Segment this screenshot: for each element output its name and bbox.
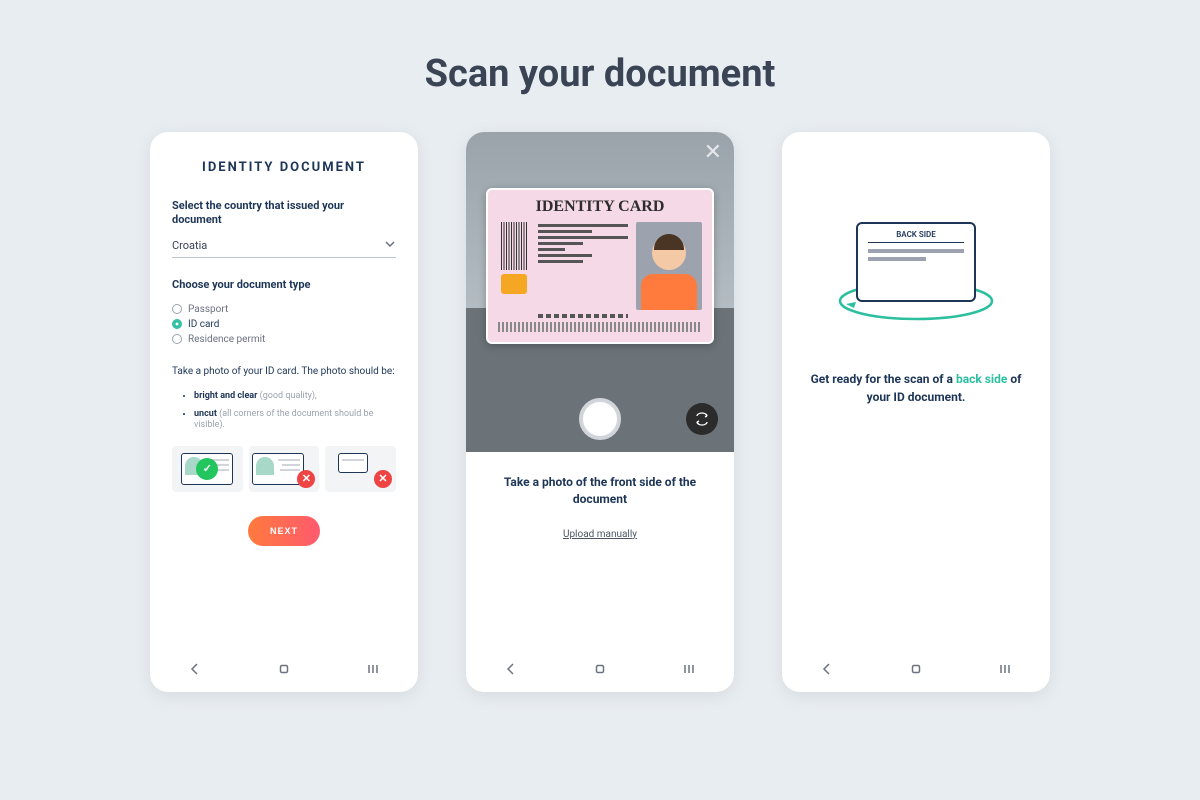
bullet-item: uncut (all corners of the document shoul… — [194, 409, 396, 432]
radio-passport[interactable]: Passport — [172, 302, 396, 317]
nav-recents-icon[interactable] — [985, 662, 1025, 680]
person-photo — [636, 222, 702, 310]
android-navbar — [150, 650, 418, 692]
radio-icon — [172, 334, 182, 344]
identity-doc-heading: IDENTITY DOCUMENT — [172, 160, 396, 175]
nav-home-icon[interactable] — [580, 662, 620, 680]
android-navbar — [782, 650, 1050, 692]
barcode-icon — [501, 222, 527, 270]
country-select[interactable]: Croatia — [172, 238, 396, 258]
next-button[interactable]: NEXT — [248, 516, 320, 546]
flip-camera-icon[interactable] — [686, 403, 718, 435]
card-title: IDENTITY CARD — [498, 198, 702, 216]
flip-card-illustration: BACK SIDE — [841, 222, 991, 342]
example-good: ✓ — [172, 446, 243, 492]
chevron-down-icon — [384, 238, 396, 253]
page-title: Scan your document — [0, 0, 1200, 132]
nav-back-icon[interactable] — [175, 662, 215, 680]
cross-icon: ✕ — [374, 470, 392, 488]
shutter-button[interactable] — [579, 398, 621, 440]
photo-requirements: bright and clear (good quality), uncut (… — [172, 391, 396, 432]
phone-row: IDENTITY DOCUMENT Select the country tha… — [0, 132, 1200, 692]
cross-icon: ✕ — [297, 470, 315, 488]
nav-home-icon[interactable] — [264, 662, 304, 680]
capture-instruction: Take a photo of the front side of the do… — [490, 474, 710, 508]
nav-recents-icon[interactable] — [353, 662, 393, 680]
nav-home-icon[interactable] — [896, 662, 936, 680]
phone-2: ✕ IDENTITY CARD — [466, 132, 734, 692]
photo-instruction: Take a photo of your ID card. The photo … — [172, 365, 396, 379]
nav-back-icon[interactable] — [491, 662, 531, 680]
phone-3: BACK SIDE Get ready for the scan of a ba… — [782, 132, 1050, 692]
chip-icon — [501, 274, 527, 294]
close-icon[interactable]: ✕ — [704, 142, 722, 164]
check-icon: ✓ — [196, 458, 218, 480]
radio-label: Passport — [188, 304, 228, 315]
radio-icon — [172, 304, 182, 314]
example-bad-2: ✕ — [325, 446, 396, 492]
country-value: Croatia — [172, 239, 207, 252]
example-bad-1: ✕ — [249, 446, 320, 492]
radio-label: Residence permit — [188, 334, 265, 345]
upload-manually-link[interactable]: Upload manually — [563, 529, 637, 540]
phone-1: IDENTITY DOCUMENT Select the country tha… — [150, 132, 418, 692]
radio-id-card[interactable]: ID card — [172, 317, 396, 332]
nav-recents-icon[interactable] — [669, 662, 709, 680]
example-thumbnails: ✓ ✕ ✕ — [172, 446, 396, 492]
id-card-preview: IDENTITY CARD — [486, 188, 714, 344]
country-label: Select the country that issued your docu… — [172, 199, 396, 228]
nav-back-icon[interactable] — [807, 662, 847, 680]
camera-preview: ✕ IDENTITY CARD — [466, 132, 734, 452]
doctype-label: Choose your document type — [172, 278, 396, 292]
radio-icon — [172, 319, 182, 329]
card-back-label: BACK SIDE — [868, 230, 964, 243]
doctype-radio-group: Passport ID card Residence permit — [172, 302, 396, 347]
bullet-item: bright and clear (good quality), — [194, 391, 396, 403]
radio-residence-permit[interactable]: Residence permit — [172, 332, 396, 347]
radio-label: ID card — [188, 319, 219, 330]
backside-instruction: Get ready for the scan of a back side of… — [810, 370, 1022, 406]
android-navbar — [466, 650, 734, 692]
